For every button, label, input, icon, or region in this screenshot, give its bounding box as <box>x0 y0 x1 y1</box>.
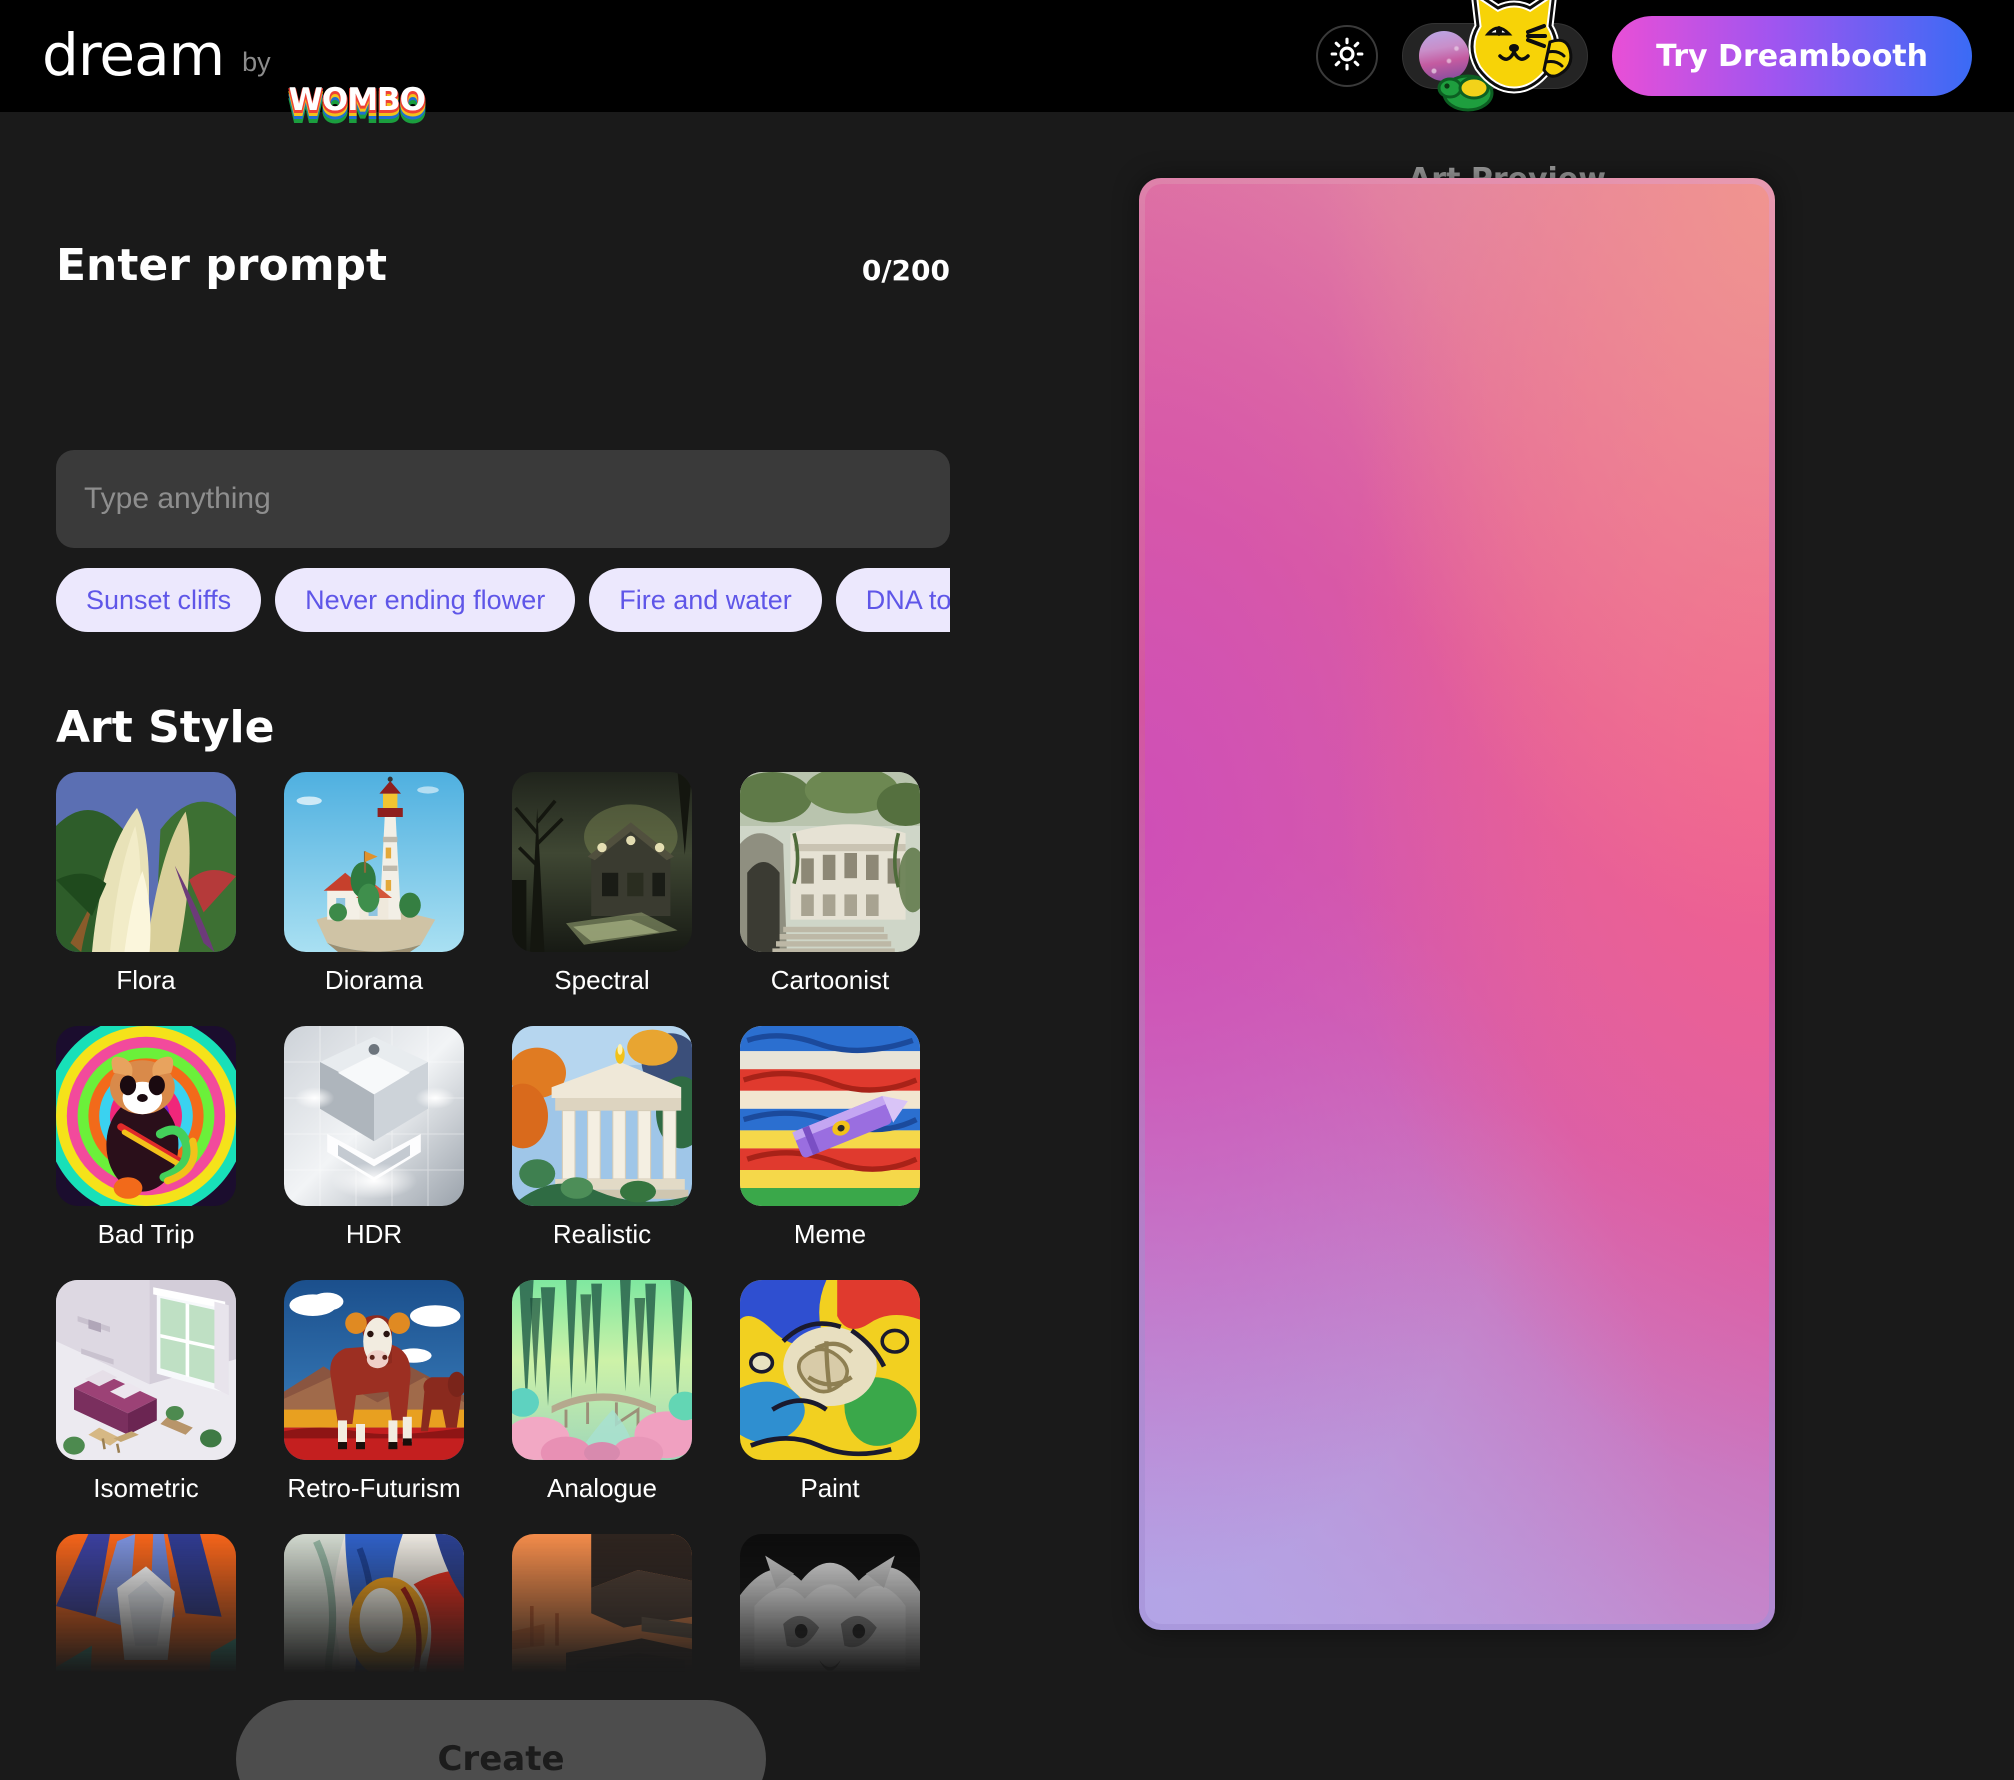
avatar <box>1419 31 1470 81</box>
sun-brightness-icon <box>1330 37 1364 76</box>
suggestion-chip-dna-tornado[interactable]: DNA tornado <box>835 568 950 632</box>
art-style-option-retro-futurism[interactable]: Retro-Futurism <box>284 1280 464 1504</box>
art-style-option-row4-3[interactable] <box>512 1534 692 1682</box>
art-style-label: Cartoonist <box>770 965 890 995</box>
art-style-thumbnail-analogue <box>512 1280 692 1460</box>
prompt-header-row: Enter prompt 0/200 <box>56 240 950 291</box>
suggestion-chip-sunset-cliffs[interactable]: Sunset cliffs <box>56 568 262 632</box>
art-style-thumbnail-bad-trip <box>56 1026 236 1206</box>
art-style-label: Spectral <box>554 965 650 995</box>
prompt-panel: Enter prompt 0/200 Sunset cliffs Never e… <box>0 112 1000 1780</box>
user-account-menu[interactable] <box>1402 23 1589 89</box>
art-style-label: Isometric <box>93 1473 199 1503</box>
art-style-thumbnail-cartoonist <box>740 772 920 952</box>
art-style-option-row4-4[interactable] <box>740 1534 920 1682</box>
art-style-label: Bad Trip <box>97 1219 195 1249</box>
art-style-thumbnail-diorama <box>284 772 464 952</box>
art-style-option-analogue[interactable]: Analogue <box>512 1280 692 1504</box>
art-preview-image <box>1145 184 1769 1624</box>
art-style-option-diorama[interactable]: Diorama <box>284 772 464 996</box>
art-style-thumbnail-retro-futurism <box>284 1280 464 1460</box>
character-counter: 0/200 <box>861 254 950 287</box>
create-button[interactable]: Create <box>236 1700 766 1780</box>
art-style-option-isometric[interactable]: Isometric <box>56 1280 236 1504</box>
art-style-thumbnail-realistic <box>512 1026 692 1206</box>
art-style-thumbnail-spectral <box>512 772 692 952</box>
app-header: dream by WOMBO WOMBO WOMBO WOMBO WOMBO T… <box>0 0 2014 131</box>
art-preview-panel: Art Preview <box>1000 112 2014 1780</box>
prompt-input[interactable] <box>56 450 950 548</box>
art-style-thumbnail-isometric <box>56 1280 236 1460</box>
art-style-option-flora[interactable]: Flora <box>56 772 236 996</box>
art-style-label: Meme <box>793 1219 867 1249</box>
prompt-suggestions: Sunset cliffs Never ending flower Fire a… <box>56 568 950 634</box>
art-style-label: Analogue <box>547 1473 657 1503</box>
art-style-label: Diorama <box>324 965 424 995</box>
header-actions: Try Dreambooth <box>1316 16 1972 96</box>
art-style-thumbnail-row4-4 <box>740 1534 920 1682</box>
art-style-option-row4-1[interactable] <box>56 1534 236 1682</box>
art-style-thumbnail-row4-1 <box>56 1534 236 1682</box>
art-style-label: Retro-Futurism <box>287 1473 461 1503</box>
wombo-layer-white: WOMBO <box>288 81 426 118</box>
art-style-option-hdr[interactable]: HDR <box>284 1026 464 1250</box>
art-style-thumbnail-row4-2 <box>284 1534 464 1682</box>
brand-logo[interactable]: dream by WOMBO WOMBO WOMBO WOMBO WOMBO <box>42 21 427 130</box>
art-style-option-spectral[interactable]: Spectral <box>512 772 692 996</box>
suggestion-chip-fire-and-water[interactable]: Fire and water <box>589 568 822 632</box>
art-style-option-realistic[interactable]: Realistic <box>512 1026 692 1250</box>
art-style-scroll-area[interactable]: Flora Diorama Spectral Cartoonist Bad Tr… <box>56 772 950 1682</box>
art-style-title: Art Style <box>56 702 275 753</box>
art-style-thumbnail-flora <box>56 772 236 952</box>
theme-toggle-button[interactable] <box>1316 25 1379 87</box>
suggestion-chip-never-ending-flower[interactable]: Never ending flower <box>275 568 576 632</box>
brand-by-label: by <box>242 46 271 77</box>
page-title: Enter prompt <box>56 240 388 291</box>
art-style-option-paint[interactable]: Paint <box>740 1280 920 1504</box>
art-style-label: Realistic <box>552 1219 652 1249</box>
art-style-grid: Flora Diorama Spectral Cartoonist Bad Tr… <box>56 772 950 1682</box>
art-style-thumbnail-meme <box>740 1026 920 1206</box>
art-style-label: HDR <box>345 1219 403 1249</box>
try-dreambooth-button[interactable]: Try Dreambooth <box>1612 16 1972 96</box>
art-style-label: Flora <box>116 965 176 995</box>
art-preview-frame <box>1139 178 1775 1630</box>
art-style-option-bad-trip[interactable]: Bad Trip <box>56 1026 236 1250</box>
art-style-option-meme[interactable]: Meme <box>740 1026 920 1250</box>
art-style-label: Paint <box>800 1473 860 1503</box>
art-style-option-row4-2[interactable] <box>284 1534 464 1682</box>
brand-name: dream <box>42 21 225 90</box>
art-style-thumbnail-row4-3 <box>512 1534 692 1682</box>
art-style-thumbnail-paint <box>740 1280 920 1460</box>
art-style-thumbnail-hdr <box>284 1026 464 1206</box>
dream-app-window: dream by WOMBO WOMBO WOMBO WOMBO WOMBO T… <box>0 0 2014 1780</box>
art-style-option-cartoonist[interactable]: Cartoonist <box>740 772 920 996</box>
